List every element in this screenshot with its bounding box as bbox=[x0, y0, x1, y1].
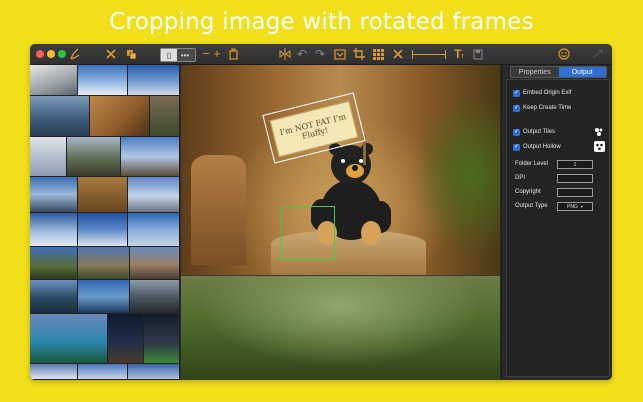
view-mode-segmented-control[interactable]: ▯ ••• bbox=[160, 48, 196, 62]
output-type-value: PNG bbox=[567, 203, 578, 210]
minimize-window-button[interactable] bbox=[47, 50, 55, 58]
thumbnail[interactable] bbox=[30, 177, 78, 213]
background-stump bbox=[191, 155, 246, 265]
checkbox-embed-exif[interactable]: ✓ Embed Origin Exif bbox=[513, 88, 571, 98]
undo-icon[interactable]: ↶ bbox=[296, 46, 308, 62]
thumbnail[interactable] bbox=[67, 137, 121, 177]
grid-icon[interactable] bbox=[371, 46, 385, 62]
app-window: ▯ ••• − + ↶ ↷ Tr I'm NOT FAT I'm Fluffy!… bbox=[30, 44, 612, 380]
checkbox-keep-create-time[interactable]: ✓ Keep Create Time bbox=[513, 103, 571, 113]
thumbnail[interactable] bbox=[150, 96, 180, 137]
thumbnail[interactable] bbox=[130, 280, 180, 314]
redo-icon[interactable]: ↷ bbox=[314, 46, 326, 62]
smiley-icon[interactable] bbox=[557, 46, 571, 62]
thumbnail[interactable] bbox=[30, 137, 67, 177]
text-icon[interactable]: Tr bbox=[452, 46, 466, 62]
banner-title: Cropping image with rotated frames bbox=[109, 9, 534, 35]
tab-output[interactable]: Output bbox=[558, 67, 606, 77]
checkbox-label: Output Tiles bbox=[523, 129, 556, 135]
checkbox-output-hollow[interactable]: ✓ Output Hollow bbox=[513, 142, 561, 152]
export-icon[interactable] bbox=[590, 46, 604, 62]
thumbnail[interactable] bbox=[30, 96, 90, 137]
output-type-select[interactable]: PNG ▾ bbox=[557, 202, 593, 211]
crop-icon[interactable] bbox=[352, 46, 366, 62]
save-icon[interactable] bbox=[471, 46, 485, 62]
checkbox-label: Keep Create Time bbox=[523, 105, 572, 111]
flip-icon[interactable] bbox=[278, 46, 292, 62]
thumbnail[interactable] bbox=[30, 247, 78, 280]
thumbnail[interactable] bbox=[144, 314, 180, 364]
duplicate-icon[interactable] bbox=[124, 46, 138, 62]
checkmark-icon[interactable]: ✓ bbox=[513, 104, 520, 112]
image-canvas[interactable]: I'm NOT FAT I'm Fluffy! bbox=[181, 65, 500, 380]
thumbnail[interactable] bbox=[128, 213, 180, 247]
tiles-icon bbox=[594, 127, 604, 137]
thumbnail-sidebar[interactable] bbox=[30, 65, 180, 380]
thumbnail[interactable] bbox=[78, 213, 128, 247]
zoom-window-button[interactable] bbox=[58, 50, 66, 58]
seg-multi[interactable]: ••• bbox=[177, 49, 193, 61]
thumbnail[interactable] bbox=[128, 177, 180, 213]
thumbnail[interactable] bbox=[78, 65, 128, 96]
close-window-button[interactable] bbox=[36, 50, 44, 58]
minus-icon[interactable]: − bbox=[201, 46, 211, 62]
thumbnail[interactable] bbox=[90, 96, 150, 137]
field-label-folder-level: Folder Level bbox=[515, 161, 549, 167]
checkmark-icon[interactable]: ✓ bbox=[513, 143, 520, 151]
layers-icon[interactable] bbox=[226, 46, 240, 62]
inspector-tabs: Properties Output bbox=[510, 66, 607, 78]
copyright-input[interactable] bbox=[557, 188, 593, 197]
dpi-input[interactable] bbox=[557, 174, 593, 183]
thumbnail[interactable] bbox=[130, 247, 180, 280]
field-label-copyright: Copyright bbox=[515, 189, 541, 195]
field-label-dpi: DPI bbox=[515, 175, 526, 181]
selected-crop-frame[interactable] bbox=[281, 206, 335, 260]
cross-icon[interactable] bbox=[391, 46, 405, 62]
thumbnail[interactable] bbox=[121, 137, 180, 177]
brush-icon[interactable] bbox=[68, 46, 82, 62]
checkbox-label: Output Hollow bbox=[523, 144, 561, 150]
close-icon[interactable] bbox=[104, 46, 118, 62]
folder-level-input[interactable]: 1 bbox=[557, 160, 593, 169]
size-slider[interactable] bbox=[412, 50, 446, 59]
checkmark-icon[interactable]: ✓ bbox=[513, 89, 520, 97]
thumbnail[interactable] bbox=[30, 280, 78, 314]
checkmark-icon[interactable]: ✓ bbox=[513, 128, 520, 136]
frame-icon[interactable] bbox=[333, 46, 347, 62]
photo-blurred-preview bbox=[181, 276, 500, 380]
thumbnail[interactable] bbox=[78, 247, 130, 280]
field-label-output-type: Output Type bbox=[515, 203, 548, 209]
inspector-panel: Properties Output ✓ Embed Origin Exif ✓ … bbox=[501, 65, 612, 380]
toolbar: ▯ ••• − + ↶ ↷ Tr bbox=[30, 44, 612, 65]
thumbnail[interactable] bbox=[30, 65, 78, 96]
thumbnail[interactable] bbox=[30, 314, 108, 364]
thumbnail[interactable] bbox=[78, 177, 128, 213]
hollow-icon bbox=[594, 141, 605, 152]
promo-banner: Cropping image with rotated frames bbox=[0, 0, 643, 44]
thumbnail[interactable] bbox=[30, 364, 78, 380]
thumbnail[interactable] bbox=[78, 364, 128, 380]
output-settings: ✓ Embed Origin Exif ✓ Keep Create Time ✓… bbox=[506, 79, 610, 377]
thumbnail[interactable] bbox=[128, 364, 180, 380]
seg-single[interactable]: ▯ bbox=[161, 49, 177, 61]
thumbnail[interactable] bbox=[128, 65, 180, 96]
thumbnail[interactable] bbox=[108, 314, 144, 364]
checkbox-label: Embed Origin Exif bbox=[523, 90, 572, 96]
chevron-down-icon: ▾ bbox=[580, 204, 583, 209]
plus-icon[interactable]: + bbox=[212, 46, 222, 62]
thumbnail[interactable] bbox=[30, 213, 78, 247]
checkbox-output-tiles[interactable]: ✓ Output Tiles bbox=[513, 127, 555, 137]
thumbnail[interactable] bbox=[78, 280, 130, 314]
tab-properties[interactable]: Properties bbox=[511, 67, 559, 77]
